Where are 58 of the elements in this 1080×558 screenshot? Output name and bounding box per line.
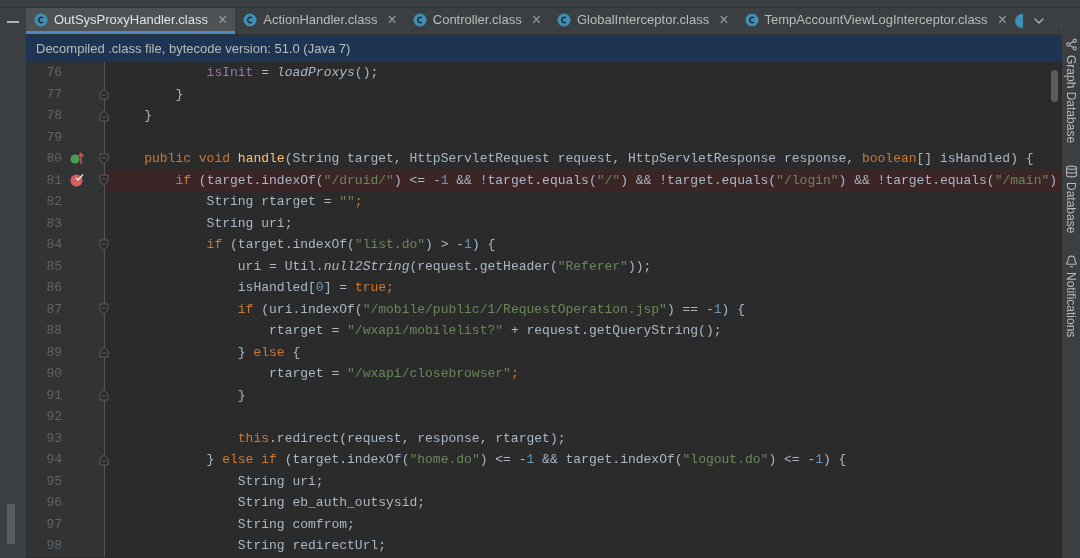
file-tab[interactable]: Controller.class ×: [404, 8, 549, 34]
tool-window-button[interactable]: Notifications: [1062, 255, 1080, 338]
database-icon: [1064, 165, 1078, 179]
code-line: String comfrom;: [236, 515, 355, 534]
code-line: if (uri.indexOf("/mobile/public/1/RequestOperation.jsp") == -1) {: [236, 300, 745, 319]
close-icon[interactable]: ×: [997, 11, 1007, 28]
class-icon: [34, 12, 48, 27]
code-line: } else if (target.indexOf("home.do") <= -1 && target.indexOf("logout.do") <= -1) {: [205, 451, 847, 469]
file-tab[interactable]: OutSysProxyHandler.class ×: [26, 8, 236, 34]
close-icon[interactable]: ×: [387, 11, 397, 28]
code-line: rtarget = "/wxapi/mobilelist?" + request.getQueryString();: [268, 322, 722, 340]
code-line: String eb_auth_outsysid;: [236, 494, 426, 512]
close-icon[interactable]: ×: [719, 11, 729, 28]
file-tab[interactable]: TempAccountViewLogInterceptor.class ×: [736, 8, 1015, 34]
fold-marker-icon[interactable]: [99, 174, 109, 187]
code-line: isInit = loadProxys();: [205, 64, 379, 82]
code-line: if (target.indexOf("list.do") > -1) {: [205, 236, 496, 254]
file-tab[interactable]: GlobalInterceptor.class ×: [549, 8, 737, 34]
code-line: this.redirect(request, response, rtarget);: [236, 429, 566, 448]
code-line: uri = Util.null2String(request.getHeader("Referer"));: [236, 257, 652, 276]
fold-marker-icon[interactable]: [99, 238, 109, 251]
close-icon[interactable]: ×: [531, 11, 541, 28]
override-marker-icon[interactable]: [70, 152, 84, 166]
share-icon: [1064, 38, 1078, 51]
close-icon[interactable]: ×: [217, 11, 228, 28]
code-line: if (target.indexOf("/druid/") <= -1 && !target.equals("/") && !target.equals("/login") && !target.equals("/main"): [174, 171, 1058, 190]
scrollbar-thumb[interactable]: [1051, 70, 1058, 102]
fold-marker-icon[interactable]: [99, 88, 109, 101]
code-line: String uri;: [236, 472, 324, 491]
code-line: isHandled[0] = true;: [236, 279, 394, 297]
fold-marker-icon[interactable]: [99, 152, 109, 165]
class-icon: [744, 12, 759, 27]
breakpoint-icon[interactable]: [70, 173, 84, 188]
fold-marker-icon[interactable]: [99, 109, 109, 122]
code-line: String uri;: [205, 214, 293, 233]
class-icon: [243, 12, 258, 27]
tool-window-button[interactable]: Graph Database: [1062, 38, 1080, 144]
scrollbar-thumb[interactable]: [7, 504, 15, 544]
fold-marker-icon[interactable]: [99, 389, 109, 402]
code-line: rtarget = "/wxapi/closebrowser";: [268, 365, 519, 383]
code-line: }: [174, 85, 184, 104]
code-line: String redirectUrl;: [236, 537, 387, 555]
fold-marker-icon[interactable]: [99, 453, 109, 466]
tool-window-button[interactable]: Database: [1062, 165, 1080, 234]
class-icon: [412, 12, 427, 27]
code-line: } else {: [236, 343, 301, 362]
code-line: }: [143, 107, 152, 125]
minimize-icon[interactable]: [7, 20, 19, 23]
bell-icon: [1064, 255, 1078, 269]
banner-text: Decompiled .class file, bytecode version: 51.0 (Java 7): [36, 39, 351, 58]
partial-class-icon: [1014, 14, 1023, 28]
fold-marker-icon[interactable]: [99, 346, 109, 359]
code-line: public void handle(String target, HttpServletRequest request, HttpServletResponse response, boolean[] isHandled) {: [143, 150, 1034, 168]
code-line: String rtarget = "";: [205, 193, 363, 211]
class-icon: [557, 12, 571, 27]
file-tab[interactable]: ActionHandler.class ×: [235, 8, 405, 34]
fold-marker-icon[interactable]: [99, 303, 109, 316]
code-line: }: [236, 386, 246, 405]
